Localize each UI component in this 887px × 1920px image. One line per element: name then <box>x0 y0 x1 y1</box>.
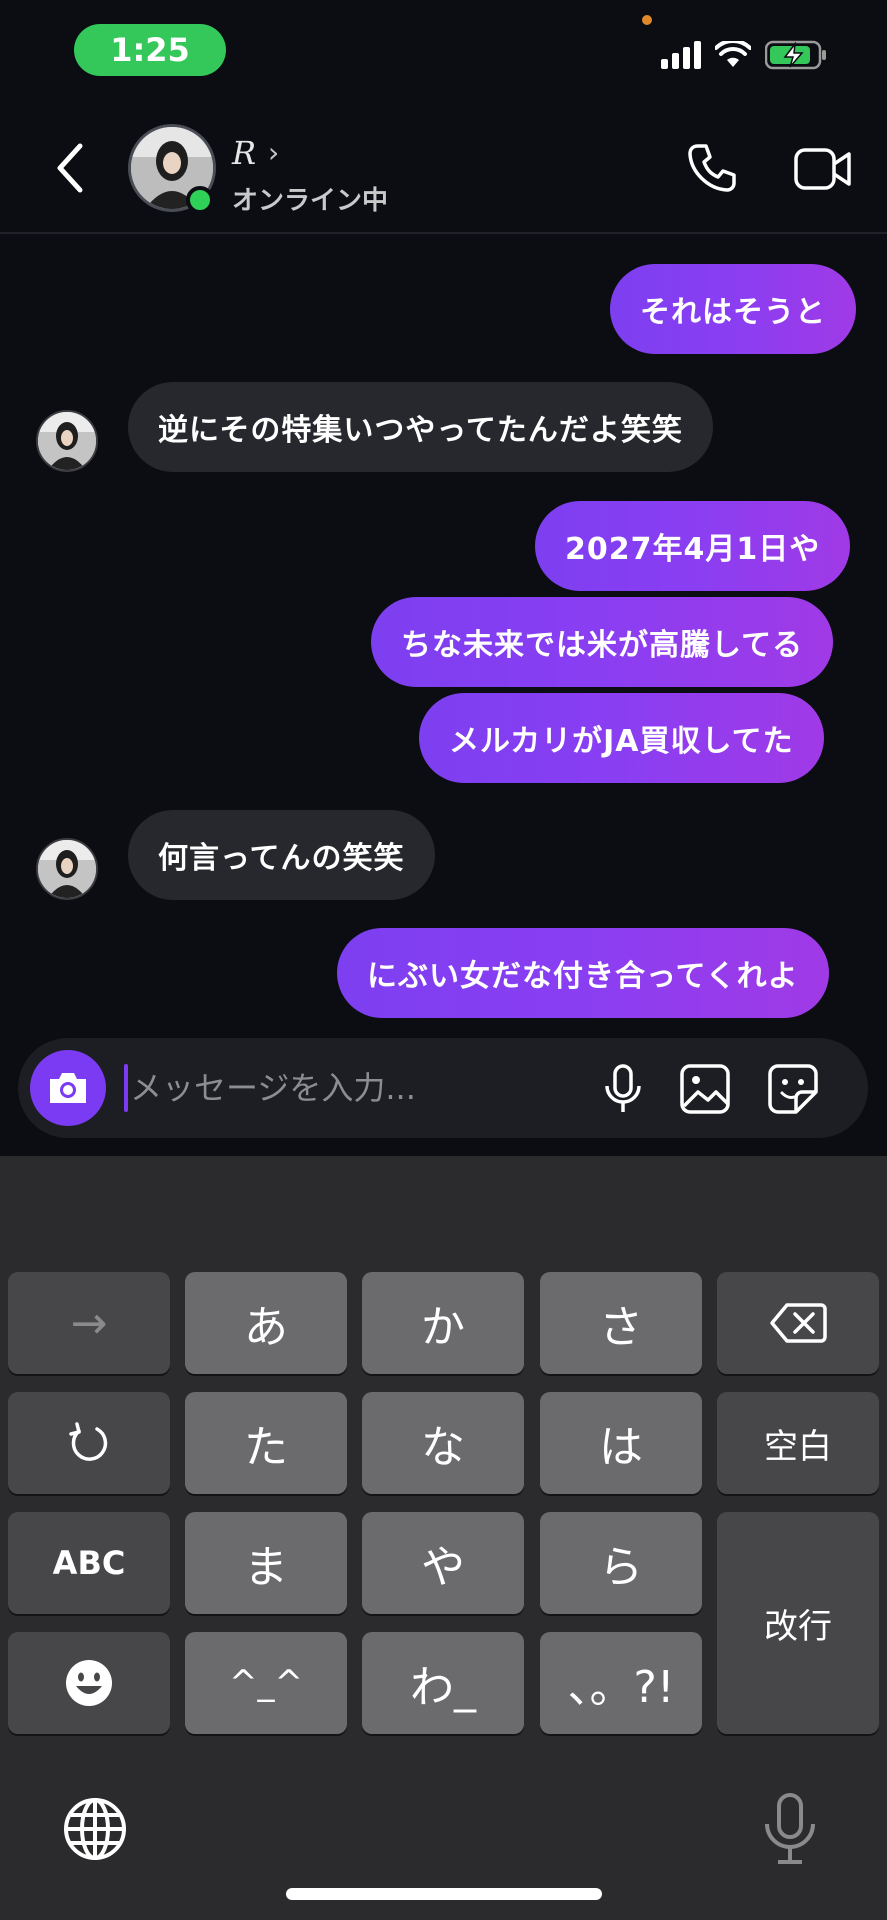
message-list[interactable]: それはそうと 逆にその特集いつやってたんだよ笑笑 2027年4月1日や ちな未来… <box>0 236 887 1018</box>
undo-icon <box>69 1422 108 1461</box>
back-chevron-icon[interactable] <box>50 140 90 196</box>
message-bubble-outgoing[interactable]: メルカリがJA買収してた <box>419 693 824 783</box>
sticker-icon[interactable] <box>766 1062 820 1116</box>
key-ta[interactable]: た <box>185 1392 347 1494</box>
key-emoji[interactable] <box>8 1632 170 1734</box>
kana-keyboard: → あ か さ た な は 空白 ABC ま や ら 改行 ^_^ わ_ 、。?… <box>0 1156 887 1920</box>
sender-avatar[interactable] <box>36 838 98 900</box>
key-arrow[interactable]: → <box>8 1272 170 1374</box>
dictation-icon[interactable] <box>760 1792 820 1866</box>
message-composer <box>18 1038 868 1138</box>
chat-header: R › オンライン中 <box>0 100 887 234</box>
message-bubble-incoming[interactable]: 逆にその特集いつやってたんだよ笑笑 <box>128 382 713 472</box>
key-ka[interactable]: か <box>362 1272 524 1374</box>
message-bubble-outgoing[interactable]: にぶい女だな付き合ってくれよ <box>337 928 829 1018</box>
sender-avatar[interactable] <box>36 410 98 472</box>
online-status-dot <box>186 186 214 214</box>
home-indicator[interactable] <box>286 1888 602 1900</box>
image-icon[interactable] <box>678 1062 732 1116</box>
key-space[interactable]: 空白 <box>717 1392 879 1494</box>
backspace-icon <box>770 1303 827 1343</box>
key-na[interactable]: な <box>362 1392 524 1494</box>
emoji-icon <box>66 1660 112 1706</box>
status-bar: 1:25 <box>0 0 887 100</box>
message-bubble-incoming[interactable]: 何言ってんの笑笑 <box>128 810 435 900</box>
profile-chevron-icon[interactable]: › <box>268 136 279 169</box>
key-enter[interactable]: 改行 <box>717 1512 879 1734</box>
key-ha[interactable]: は <box>540 1392 702 1494</box>
key-a[interactable]: あ <box>185 1272 347 1374</box>
key-kaomoji[interactable]: ^_^ <box>185 1632 347 1734</box>
contact-name[interactable]: R <box>232 134 256 172</box>
key-ra[interactable]: ら <box>540 1512 702 1614</box>
camera-button[interactable] <box>30 1050 106 1126</box>
key-ma[interactable]: ま <box>185 1512 347 1614</box>
privacy-indicator <box>642 15 652 25</box>
status-icons <box>661 40 827 70</box>
wifi-icon <box>715 41 751 67</box>
contact-online-status: オンライン中 <box>232 186 389 216</box>
key-abc[interactable]: ABC <box>8 1512 170 1614</box>
key-undo[interactable] <box>8 1392 170 1494</box>
message-input[interactable] <box>130 1060 460 1116</box>
key-backspace[interactable] <box>717 1272 879 1374</box>
status-time[interactable]: 1:25 <box>74 24 226 76</box>
key-punctuation[interactable]: 、。?! <box>540 1632 702 1734</box>
phone-icon[interactable] <box>684 140 740 196</box>
message-bubble-outgoing[interactable]: 2027年4月1日や <box>535 501 851 591</box>
camera-icon <box>50 1073 86 1103</box>
microphone-icon[interactable] <box>596 1062 650 1116</box>
text-cursor <box>124 1064 128 1112</box>
cellular-signal-icon <box>661 41 701 69</box>
key-sa[interactable]: さ <box>540 1272 702 1374</box>
key-wa[interactable]: わ_ <box>362 1632 524 1734</box>
video-camera-icon[interactable] <box>794 146 852 192</box>
key-ya[interactable]: や <box>362 1512 524 1614</box>
message-bubble-outgoing[interactable]: ちな未来では米が高騰してる <box>371 597 834 687</box>
battery-charging-icon <box>765 40 826 70</box>
message-bubble-outgoing[interactable]: それはそうと <box>610 264 856 354</box>
globe-icon[interactable] <box>62 1796 128 1862</box>
